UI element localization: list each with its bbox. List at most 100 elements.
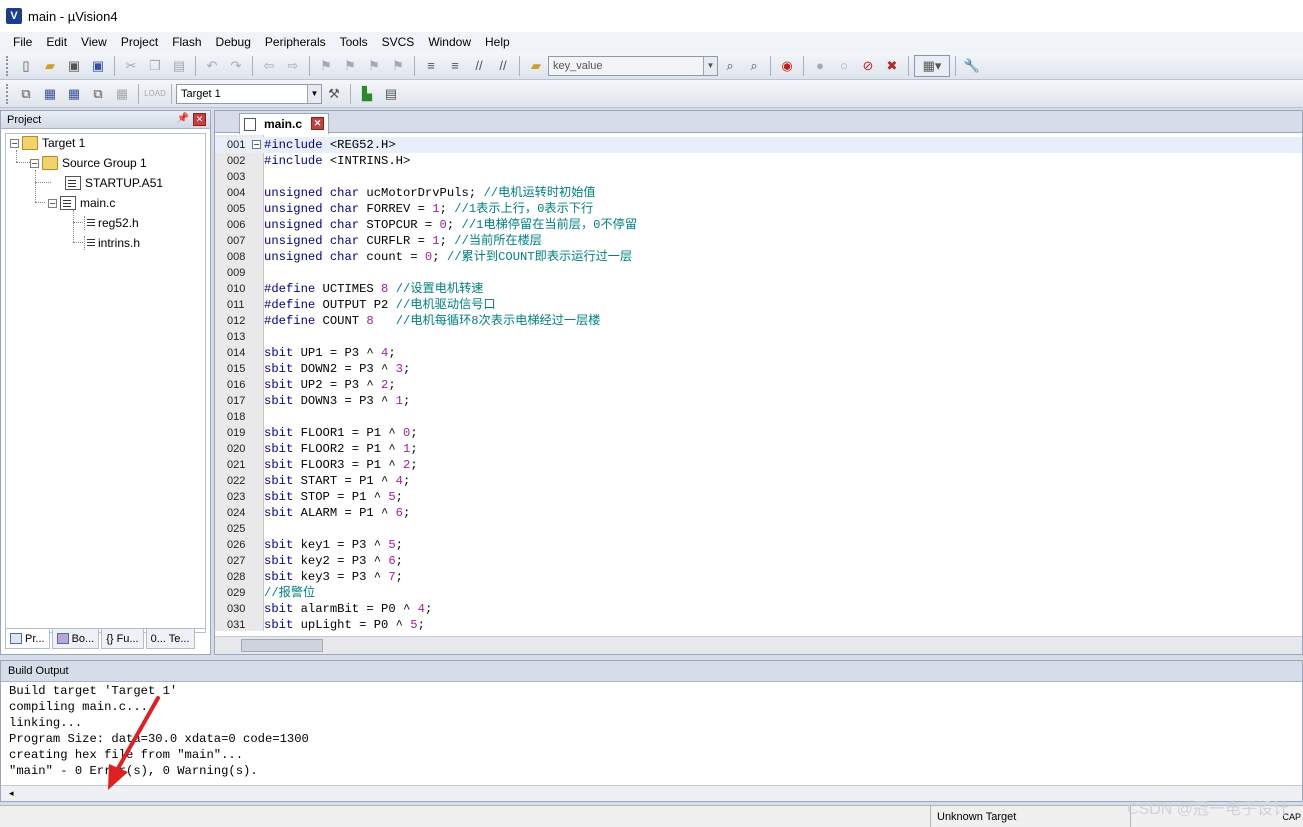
toolbar-grip[interactable] — [6, 55, 10, 76]
incremental-find-icon[interactable]: ⌕ — [743, 55, 765, 77]
code-line[interactable]: 006 unsigned char STOPCUR = 0; //1电梯停留在当前… — [215, 217, 1302, 233]
uncomment-icon[interactable]: // — [492, 55, 514, 77]
code-line[interactable]: 022 sbit START = P1 ^ 4; — [215, 473, 1302, 489]
code-line[interactable]: 005 unsigned char FORREV = 1; //1表示上行，0表示… — [215, 201, 1302, 217]
undo-icon[interactable]: ↶ — [201, 55, 223, 77]
fold-collapse-icon[interactable]: − — [252, 140, 261, 149]
menu-edit[interactable]: Edit — [39, 32, 74, 52]
code-line[interactable]: 030 sbit alarmBit = P0 ^ 4; — [215, 601, 1302, 617]
find-icon[interactable]: ⌕ — [719, 55, 741, 77]
navigate-forward-icon[interactable]: ⇨ — [282, 55, 304, 77]
code-line[interactable]: 023 sbit STOP = P1 ^ 5; — [215, 489, 1302, 505]
tree-node-source-group[interactable]: − Source Group 1 — [30, 154, 147, 172]
open-folder-icon[interactable]: ▰ — [39, 55, 61, 77]
paste-icon[interactable]: ▤ — [168, 55, 190, 77]
select-packs-icon[interactable]: ▤ — [380, 83, 402, 105]
toolbar-grip[interactable] — [6, 83, 10, 104]
code-line[interactable]: 025 — [215, 521, 1302, 537]
code-line[interactable]: 019 sbit FLOOR1 = P1 ^ 0; — [215, 425, 1302, 441]
tree-node-reg52[interactable]: reg52.h — [84, 214, 139, 232]
collapse-icon[interactable]: − — [30, 158, 39, 168]
close-icon[interactable]: ✕ — [193, 113, 206, 126]
menu-file[interactable]: File — [6, 32, 39, 52]
breakpoint-insert-icon[interactable]: ● — [809, 55, 831, 77]
menu-view[interactable]: View — [74, 32, 114, 52]
tree-node-main-c[interactable]: − main.c — [48, 194, 115, 212]
tab-functions[interactable]: {} Fu... — [101, 629, 144, 649]
menu-peripherals[interactable]: Peripherals — [258, 32, 333, 52]
collapse-icon[interactable]: − — [48, 198, 57, 208]
find-combo-dropdown-icon[interactable]: ▼ — [703, 56, 717, 75]
breakpoint-kill-all-icon[interactable]: ✖ — [881, 55, 903, 77]
tree-node-intrins[interactable]: intrins.h — [84, 234, 140, 252]
scroll-left-icon[interactable]: ◂ — [9, 788, 14, 798]
code-line[interactable]: 029 //报警位 — [215, 585, 1302, 601]
menu-help[interactable]: Help — [478, 32, 517, 52]
code-line[interactable]: 009 — [215, 265, 1302, 281]
code-line[interactable]: 015 sbit DOWN2 = P3 ^ 3; — [215, 361, 1302, 377]
code-line[interactable]: 003 — [215, 169, 1302, 185]
code-line[interactable]: 007 unsigned char CURFLR = 1; //当前所在楼层 — [215, 233, 1302, 249]
code-line[interactable]: 016 sbit UP2 = P3 ^ 2; — [215, 377, 1302, 393]
comment-icon[interactable]: // — [468, 55, 490, 77]
tree-node-startup[interactable]: STARTUP.A51 — [65, 174, 163, 192]
build-icon[interactable]: ▦ — [39, 83, 61, 105]
rebuild-icon[interactable]: ▦ — [63, 83, 85, 105]
code-line[interactable]: 014 sbit UP1 = P3 ^ 4; — [215, 345, 1302, 361]
tree-node-target[interactable]: − Target 1 — [10, 134, 85, 152]
scrollbar-thumb[interactable] — [241, 639, 323, 652]
code-line[interactable]: 011 #define OUTPUT P2 //电机驱动信号口 — [215, 297, 1302, 313]
code-line[interactable]: 024 sbit ALARM = P1 ^ 6; — [215, 505, 1302, 521]
menu-window[interactable]: Window — [421, 32, 478, 52]
code-editor[interactable]: 001− #include <REG52.H> 002 #include <INTRI… — [215, 135, 1302, 631]
manage-components-icon[interactable]: ▙ — [356, 83, 378, 105]
menu-debug[interactable]: Debug — [209, 32, 258, 52]
menu-flash[interactable]: Flash — [165, 32, 208, 52]
editor-tab-main-c[interactable]: main.c ✕ — [239, 113, 329, 134]
save-all-icon[interactable]: ▣ — [87, 55, 109, 77]
tab-books[interactable]: Bo... — [51, 629, 100, 649]
code-line[interactable]: 021 sbit FLOOR3 = P1 ^ 2; — [215, 457, 1302, 473]
new-file-icon[interactable]: ▯ — [15, 55, 37, 77]
start-debug-icon[interactable]: ◉ — [776, 55, 798, 77]
breakpoint-enable-icon[interactable]: ○ — [833, 55, 855, 77]
configure-wrench-icon[interactable]: 🔧 — [961, 55, 983, 77]
indent-icon[interactable]: ≡ — [420, 55, 442, 77]
tab-templates[interactable]: 0... Te... — [145, 629, 195, 649]
navigate-back-icon[interactable]: ⇦ — [258, 55, 280, 77]
pin-icon[interactable]: 📌 — [177, 113, 189, 126]
target-options-icon[interactable]: ⚒ — [323, 83, 345, 105]
code-line[interactable]: 010 #define UCTIMES 8 //设置电机转速 — [215, 281, 1302, 297]
download-icon[interactable]: LOAD — [144, 83, 166, 105]
window-layout-icon[interactable]: ▦▾ — [914, 54, 950, 77]
target-select-dropdown-icon[interactable]: ▼ — [307, 84, 321, 103]
close-icon[interactable]: ✕ — [311, 117, 324, 130]
code-line[interactable]: 031 sbit upLight = P0 ^ 5; — [215, 617, 1302, 631]
code-line[interactable]: 002 #include <INTRINS.H> — [215, 153, 1302, 169]
target-select[interactable]: Target 1 ▼ — [176, 83, 322, 104]
copy-icon[interactable]: ❐ — [144, 55, 166, 77]
build-output-text[interactable]: Build target 'Target 1' compiling main.c… — [9, 683, 309, 779]
code-line[interactable]: 017 sbit DOWN3 = P3 ^ 1; — [215, 393, 1302, 409]
code-line[interactable]: 013 — [215, 329, 1302, 345]
build-horizontal-scrollbar[interactable]: ◂ — [1, 785, 1302, 801]
translate-icon[interactable]: ⧉ — [15, 83, 37, 105]
unindent-icon[interactable]: ≡ — [444, 55, 466, 77]
menu-svcs[interactable]: SVCS — [375, 32, 422, 52]
code-line[interactable]: 020 sbit FLOOR2 = P1 ^ 1; — [215, 441, 1302, 457]
code-line[interactable]: 026 sbit key1 = P3 ^ 5; — [215, 537, 1302, 553]
find-in-files-icon[interactable]: ▰ — [525, 55, 547, 77]
cut-icon[interactable]: ✂ — [120, 55, 142, 77]
code-line[interactable]: 018 — [215, 409, 1302, 425]
save-icon[interactable]: ▣ — [63, 55, 85, 77]
bookmark-prev-icon[interactable]: ⚑ — [339, 55, 361, 77]
code-line[interactable]: 004 unsigned char ucMotorDrvPuls; //电机运转时… — [215, 185, 1302, 201]
collapse-icon[interactable]: − — [10, 138, 19, 148]
breakpoint-disable-all-icon[interactable]: ⊘ — [857, 55, 879, 77]
menu-project[interactable]: Project — [114, 32, 165, 52]
menu-tools[interactable]: Tools — [333, 32, 375, 52]
find-combo[interactable]: key_value ▼ — [548, 55, 718, 76]
redo-icon[interactable]: ↷ — [225, 55, 247, 77]
bookmark-toggle-icon[interactable]: ⚑ — [315, 55, 337, 77]
horizontal-scrollbar[interactable] — [215, 636, 1302, 654]
